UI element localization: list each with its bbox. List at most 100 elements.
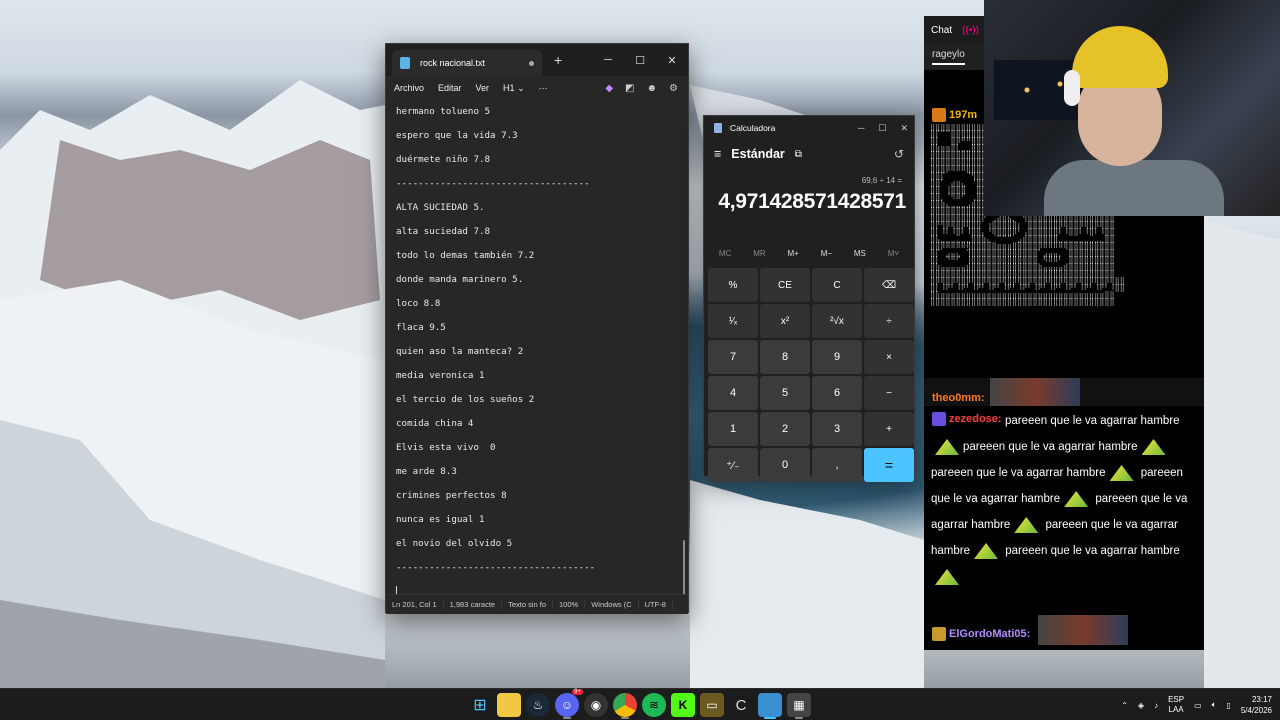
emote-icon[interactable] xyxy=(935,438,959,455)
status-line-ending[interactable]: Windows (C xyxy=(585,600,639,609)
multiply-button[interactable]: × xyxy=(864,340,914,374)
calculator-titlebar[interactable]: Calculadora ─ ☐ ✕ xyxy=(704,116,914,140)
maximize-icon[interactable]: ☐ xyxy=(624,44,656,76)
notepad-titlebar[interactable]: rock nacional.txt + ─ ☐ ✕ xyxy=(386,44,688,76)
new-tab-button[interactable]: + xyxy=(554,52,562,68)
hamburger-menu-icon[interactable]: ≡ xyxy=(714,147,721,161)
chrome-icon[interactable] xyxy=(613,693,637,719)
digit-7-button[interactable]: 7 xyxy=(708,340,758,374)
spotify-icon[interactable]: ≋ xyxy=(642,693,666,717)
account-icon[interactable]: ☻ xyxy=(647,83,658,94)
media-player-icon[interactable]: ▭ xyxy=(700,693,724,717)
minimize-icon[interactable]: ─ xyxy=(858,123,864,133)
chat-image-thumbnail[interactable] xyxy=(1038,615,1128,645)
digit-2-button[interactable]: 2 xyxy=(760,412,810,446)
more-icon[interactable]: ··· xyxy=(539,83,548,93)
menu-ver[interactable]: Ver xyxy=(476,83,490,93)
menu-editar[interactable]: Editar xyxy=(438,83,462,93)
text-line: me arde 8.3 xyxy=(396,466,457,477)
chat-username[interactable]: 197m xyxy=(949,109,977,121)
keep-on-top-icon[interactable]: ⧉ xyxy=(795,149,802,160)
calculator-window[interactable]: Calculadora ─ ☐ ✕ ≡ Estándar ⧉ ↺ 69,6 ÷ … xyxy=(703,115,915,482)
memory-store-button[interactable]: MS xyxy=(854,249,866,258)
memory-clear-button[interactable]: MC xyxy=(719,249,731,258)
minimize-icon[interactable]: ─ xyxy=(592,44,624,76)
memory-list-button[interactable]: M˅ xyxy=(888,249,899,258)
emote-icon[interactable] xyxy=(974,542,998,559)
negate-button[interactable]: ⁺⁄₋ xyxy=(708,448,758,482)
kick-icon[interactable]: K xyxy=(671,693,695,717)
status-encoding[interactable]: UTF-8 xyxy=(639,600,673,609)
announce-icon[interactable]: ◩ xyxy=(625,83,634,94)
chat-user-row: theo0mm: xyxy=(932,392,985,404)
decimal-button[interactable]: , xyxy=(812,448,862,482)
calculator-mode: Estándar xyxy=(731,147,785,161)
chat-tab-channel[interactable]: rageylo xyxy=(932,49,965,65)
status-format[interactable]: Texto sin fo xyxy=(502,600,554,609)
subtract-button[interactable]: − xyxy=(864,376,914,410)
emote-icon[interactable] xyxy=(1014,516,1039,533)
status-zoom[interactable]: 100% xyxy=(553,600,586,609)
emote-icon[interactable] xyxy=(1109,464,1134,481)
digit-5-button[interactable]: 5 xyxy=(760,376,810,410)
scrollbar[interactable] xyxy=(683,540,685,594)
add-button[interactable]: + xyxy=(864,412,914,446)
file-explorer-icon[interactable] xyxy=(497,693,521,717)
equals-button[interactable]: = xyxy=(864,448,914,482)
defender-icon[interactable]: ◈ xyxy=(1138,701,1144,710)
notepad-taskbar-icon[interactable] xyxy=(758,693,782,719)
copilot-icon[interactable]: ◆ xyxy=(605,83,613,94)
steam-icon[interactable]: ♨ xyxy=(526,693,550,717)
battery-icon[interactable]: ▯ xyxy=(1226,701,1230,710)
digit-0-button[interactable]: 0 xyxy=(760,448,810,482)
discord-icon[interactable]: ☺ 9+ xyxy=(555,689,583,719)
cortana-c-icon[interactable]: C xyxy=(729,693,753,717)
close-icon[interactable]: ✕ xyxy=(900,123,908,134)
emote-icon[interactable] xyxy=(935,568,959,585)
maximize-icon[interactable]: ☐ xyxy=(878,123,886,134)
reciprocal-button[interactable]: ¹⁄ₓ xyxy=(708,304,758,338)
settings-gear-icon[interactable]: ⚙ xyxy=(669,83,678,94)
backspace-button[interactable]: ⌫ xyxy=(864,268,914,302)
calculator-expression: 69,6 ÷ 14 = xyxy=(861,176,902,185)
status-position[interactable]: Ln 201, Col 1 xyxy=(386,600,444,609)
digit-3-button[interactable]: 3 xyxy=(812,412,862,446)
divide-button[interactable]: ÷ xyxy=(864,304,914,338)
percent-button[interactable]: % xyxy=(708,268,758,302)
volume-icon[interactable]: 🔈︎ xyxy=(1212,700,1217,710)
emote-icon[interactable] xyxy=(1141,438,1166,455)
digit-6-button[interactable]: 6 xyxy=(812,376,862,410)
chevron-up-icon[interactable]: ⌃ xyxy=(1121,701,1128,710)
clear-button[interactable]: C xyxy=(812,268,862,302)
obs-icon[interactable]: ◉ xyxy=(584,693,608,717)
microphone-icon[interactable]: ♪ xyxy=(1154,701,1158,710)
digit-1-button[interactable]: 1 xyxy=(708,412,758,446)
user-badge-icon xyxy=(932,108,946,122)
digit-9-button[interactable]: 9 xyxy=(812,340,862,374)
memory-recall-button[interactable]: MR xyxy=(753,249,765,258)
emote-icon[interactable] xyxy=(1064,490,1089,507)
notepad-tab[interactable]: rock nacional.txt xyxy=(392,50,542,76)
start-windows-icon[interactable]: ⊞ xyxy=(468,693,492,717)
calculator-taskbar-icon[interactable]: ▦ xyxy=(787,693,811,719)
chat-username[interactable]: ElGordoMati05: xyxy=(949,628,1030,640)
heading-dropdown[interactable]: H1 ⌄ xyxy=(503,83,525,94)
language-indicator[interactable]: ESP LAA xyxy=(1168,695,1184,715)
close-icon[interactable]: ✕ xyxy=(656,44,688,76)
notepad-window[interactable]: rock nacional.txt + ─ ☐ ✕ Archivo Editar… xyxy=(385,43,689,614)
chat-image-thumbnail[interactable] xyxy=(990,378,1080,406)
menu-archivo[interactable]: Archivo xyxy=(394,83,424,93)
square-button[interactable]: x² xyxy=(760,304,810,338)
notepad-text-area[interactable]: hermano tolueno 5 espero que la vida 7.3… xyxy=(386,100,688,594)
memory-add-button[interactable]: M+ xyxy=(788,249,799,258)
clear-entry-button[interactable]: CE xyxy=(760,268,810,302)
digit-4-button[interactable]: 4 xyxy=(708,376,758,410)
memory-subtract-button[interactable]: M− xyxy=(821,249,832,258)
history-icon[interactable]: ↺ xyxy=(894,147,904,161)
network-icon[interactable]: ▭ xyxy=(1194,701,1202,710)
square-root-button[interactable]: ²√x xyxy=(812,304,862,338)
chat-username[interactable]: theo0mm: xyxy=(932,392,985,404)
unsaved-dot-icon[interactable] xyxy=(529,60,534,66)
digit-8-button[interactable]: 8 xyxy=(760,340,810,374)
clock[interactable]: 23:17 5/4/2026 xyxy=(1241,694,1272,716)
